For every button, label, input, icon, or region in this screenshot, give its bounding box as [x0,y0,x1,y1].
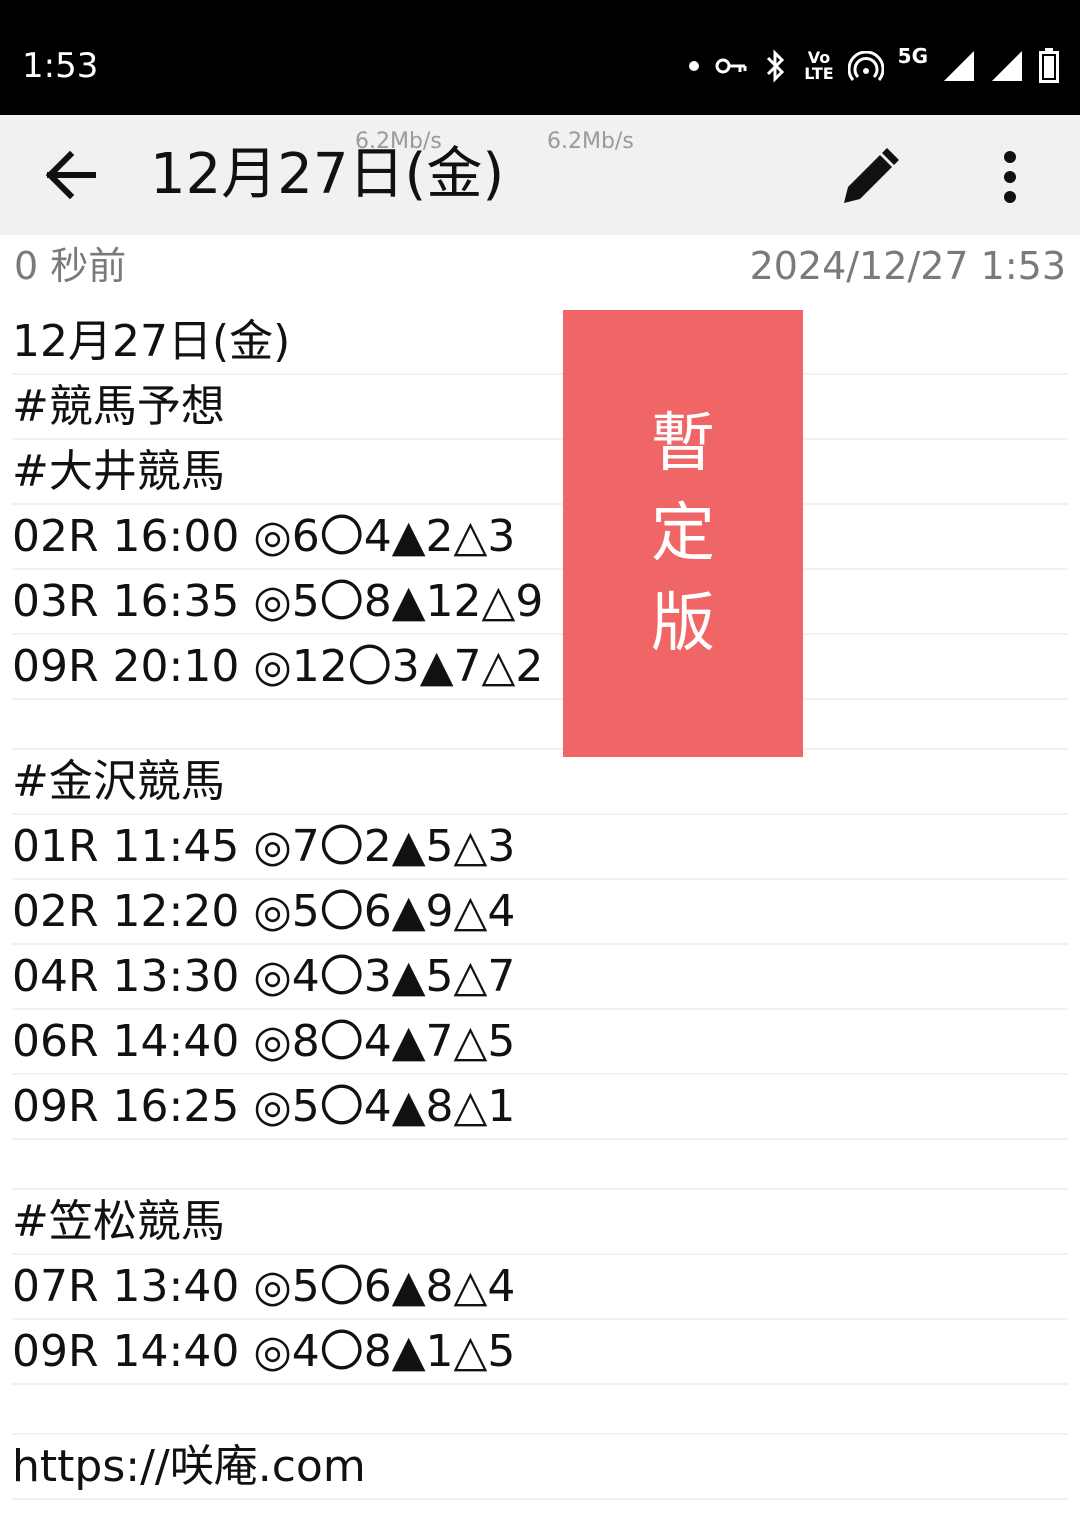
page-title: 12月27日(金) [150,142,505,207]
note-timestamp: 2024/12/27 1:53 [749,244,1066,288]
note-meta: 0 秒前 2024/12/27 1:53 [0,240,1080,292]
network-speed-overlay-2: 6.2Mb/s [547,129,634,154]
pencil-icon [844,148,899,203]
relative-time: 0 秒前 [14,244,127,288]
note-line: #競馬予想 [12,375,1068,440]
note-line: 09R 16:25 ◎5〇4▲8△1 [12,1075,1068,1140]
stamp-char: 暫 [651,406,715,481]
note-line: #大井競馬 [12,440,1068,505]
note-line-blank [12,1385,1068,1435]
status-time: 1:53 [22,46,99,86]
note-line: 02R 16:00 ◎6〇4▲2△3 [12,505,1068,570]
app-bar: 12月27日(金) 6.2Mb/s 6.2Mb/s [0,115,1080,235]
note-line: 06R 14:40 ◎8〇4▲7△5 [12,1010,1068,1075]
notification-dot-icon [688,60,700,72]
note-line: 02R 12:20 ◎5〇6▲9△4 [12,880,1068,945]
signal-strength-2-icon [990,49,1024,83]
note-line-blank [12,1140,1068,1190]
note-line: 09R 14:40 ◎4〇8▲1△5 [12,1320,1068,1385]
volte-icon: Vo LTE [804,48,834,83]
note-line: 12月27日(金) [12,310,1068,375]
more-options-button[interactable] [980,145,1040,209]
provisional-stamp: 暫 定 版 [563,310,803,757]
status-bar: 1:53 Vo LTE 5G [0,0,1080,115]
note-line: 04R 13:30 ◎4〇3▲5△7 [12,945,1068,1010]
stamp-char: 定 [651,496,715,571]
note-line-link: https://咲庵.com [12,1435,1068,1500]
network-type: 5G [897,44,928,68]
stamp-char: 版 [651,586,715,661]
back-button[interactable] [40,145,100,205]
note-body[interactable]: 12月27日(金) #競馬予想 #大井競馬 02R 16:00 ◎6〇4▲2△3… [12,310,1068,1500]
note-line: #金沢競馬 [12,750,1068,815]
arrow-left-icon [45,151,96,199]
note-line: 09R 20:10 ◎12〇3▲7△2 [12,635,1068,700]
battery-icon [1038,48,1060,84]
note-line: 01R 11:45 ◎7〇2▲5△3 [12,815,1068,880]
note-line: 03R 16:35 ◎5〇8▲12△9 [12,570,1068,635]
signal-strength-icon [942,49,976,83]
status-icons: Vo LTE 5G [688,42,1060,90]
hotspot-icon [847,51,884,81]
more-vertical-icon [1004,151,1016,203]
note-line-blank [12,700,1068,750]
note-line: #笠松競馬 [12,1190,1068,1255]
note-line: 07R 13:40 ◎5〇6▲8△4 [12,1255,1068,1320]
bluetooth-icon [762,49,790,83]
network-speed-overlay: 6.2Mb/s [355,129,442,154]
vpn-key-icon [714,54,748,78]
edit-button[interactable] [838,145,902,209]
